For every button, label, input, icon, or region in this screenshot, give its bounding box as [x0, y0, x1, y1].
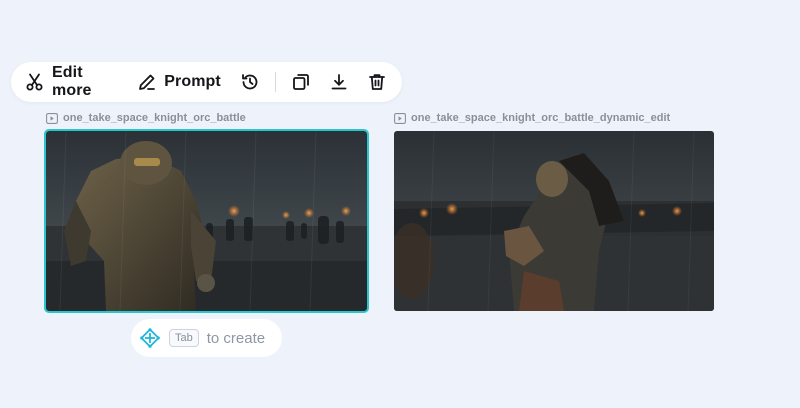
video-thumbnail[interactable] — [394, 131, 714, 311]
history-button[interactable] — [233, 66, 267, 98]
video-icon — [394, 112, 406, 124]
tab-to-create-hint[interactable]: Tab to create — [131, 319, 282, 357]
scissors-icon — [25, 72, 45, 92]
card-title: one_take_space_knight_orc_battle_dynamic… — [394, 111, 714, 125]
video-card[interactable]: one_take_space_knight_orc_battle_dynamic… — [394, 111, 714, 311]
video-icon — [46, 112, 58, 124]
edit-more-button[interactable]: Edit more — [19, 64, 127, 99]
create-node-icon — [139, 327, 161, 349]
video-thumbnail[interactable] — [44, 129, 369, 313]
edit-more-label: Edit more — [52, 64, 92, 99]
download-button[interactable] — [322, 66, 356, 98]
delete-button[interactable] — [360, 66, 394, 98]
prompt-button[interactable]: Prompt — [131, 66, 227, 98]
toolbar-divider — [274, 72, 276, 92]
tab-key-badge: Tab — [169, 329, 199, 347]
history-icon — [240, 72, 260, 92]
download-icon — [329, 72, 349, 92]
prompt-label: Prompt — [164, 73, 221, 90]
hint-text: to create — [206, 329, 266, 347]
video-card[interactable]: one_take_space_knight_orc_battle — [44, 111, 369, 313]
pen-icon — [137, 72, 157, 92]
media-toolbar: Edit more Prompt — [11, 62, 402, 102]
card-title: one_take_space_knight_orc_battle — [46, 111, 367, 125]
duplicate-icon — [291, 72, 311, 92]
trash-icon — [367, 72, 387, 92]
duplicate-button[interactable] — [284, 66, 318, 98]
